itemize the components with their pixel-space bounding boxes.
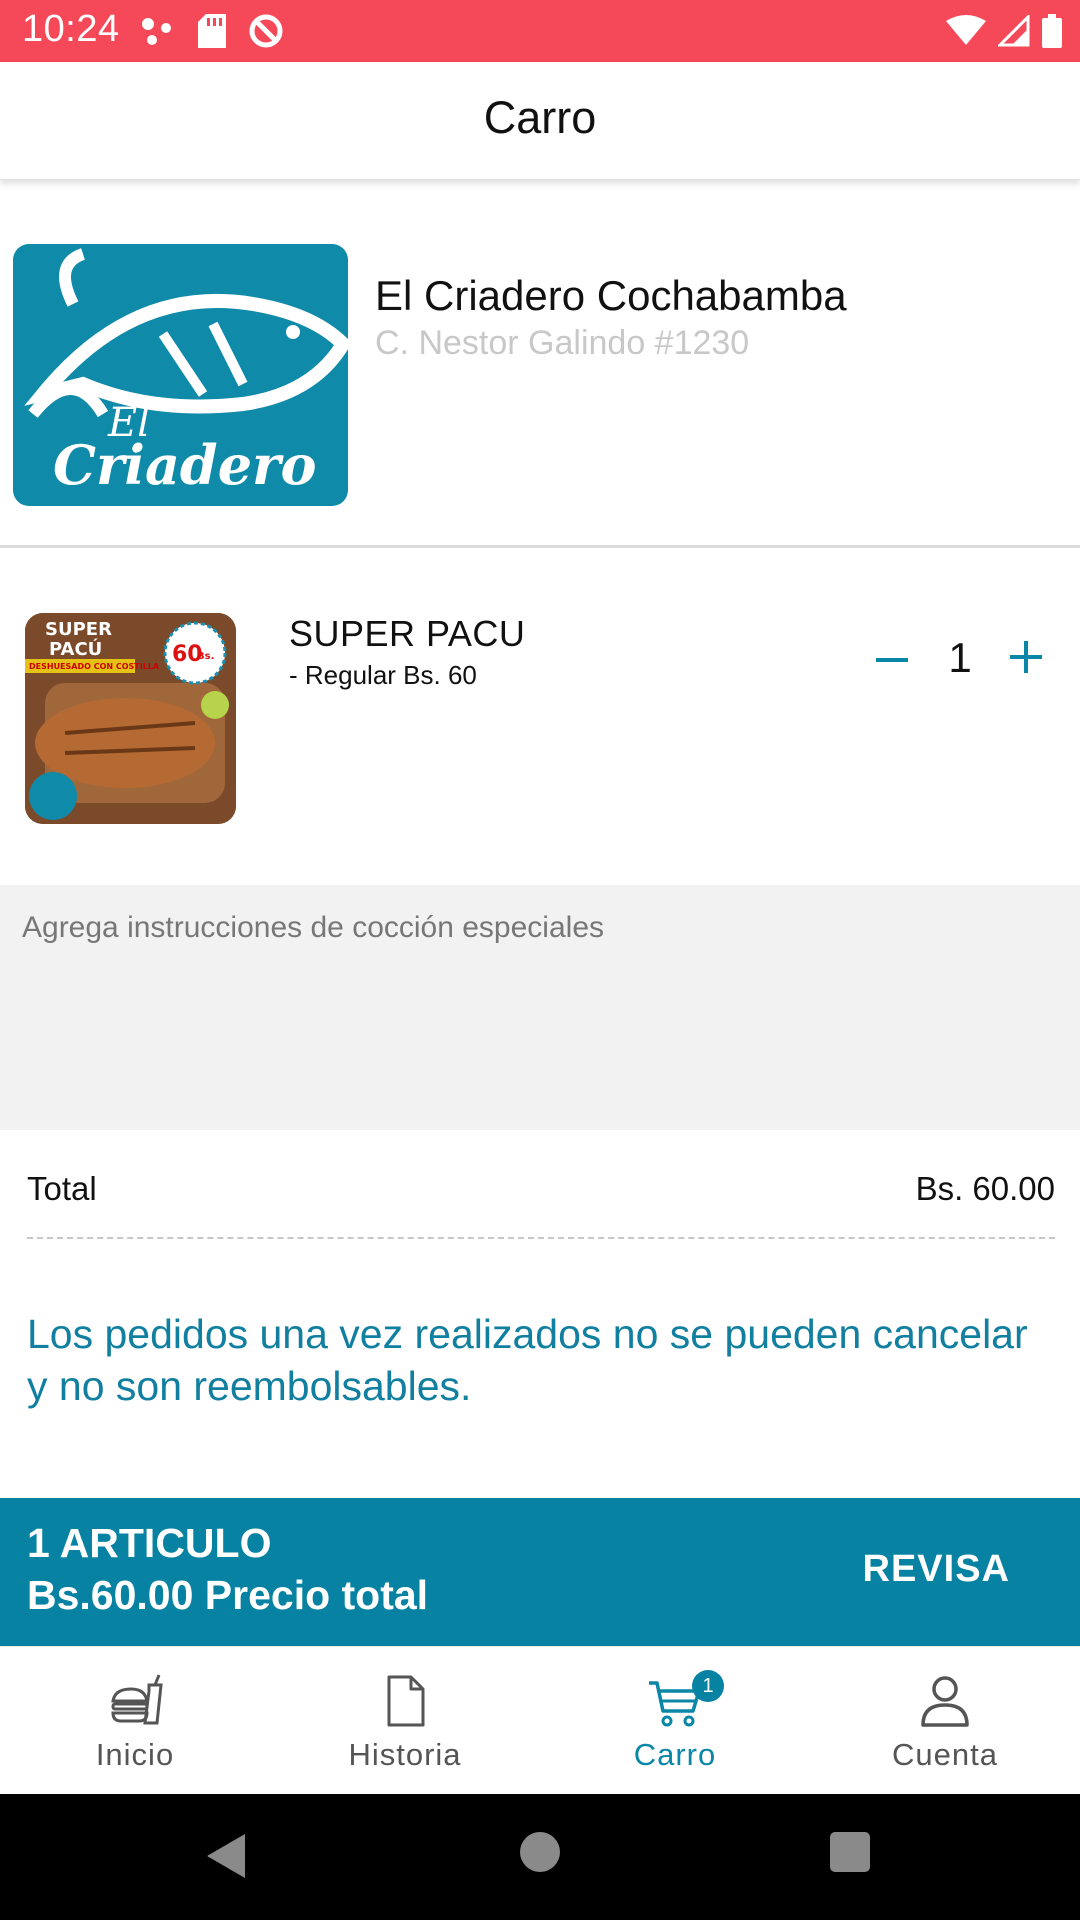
page-title: Carro [483,92,597,143]
restaurant-logo: El Criadero [13,244,348,506]
battery-icon [1042,14,1062,48]
back-icon[interactable] [205,1832,247,1880]
user-icon [921,1676,969,1727]
food-icon [111,1674,163,1725]
cart-count-badge: 1 [692,1670,724,1702]
svg-text:PACÚ: PACÚ [49,638,102,660]
item-variant: - Regular Bs. 60 [289,660,477,690]
dots-icon [142,18,171,45]
nav-item-inicio[interactable]: Inicio [0,1647,270,1794]
decrease-quantity-button[interactable] [868,640,918,680]
total-label: Total [27,1170,97,1207]
item-thumbnail: DESHUESADO CON COSTILLA SUPER PACÚ 60 Bs… [25,613,236,824]
status-time: 10:24 [22,8,120,50]
nav-label-cuenta: Cuenta [892,1737,998,1772]
total-value: Bs. 60.00 [915,1170,1055,1207]
item-name: SUPER PACU [289,613,526,654]
sd-card-icon [198,14,226,48]
nav-label-inicio: Inicio [95,1737,175,1772]
nav-label-carro: Carro [633,1737,717,1772]
increase-quantity-button[interactable] [1001,632,1051,682]
fish-logo-icon: El Criadero [24,248,348,497]
cooking-instructions-field[interactable] [0,885,1080,1130]
nav-item-carro[interactable]: Carro [540,1647,810,1794]
document-icon [387,1675,425,1727]
no-sync-icon [249,14,283,48]
instructions-area [0,885,1080,1130]
restaurant-address: C. Nestor Galindo #1230 [375,324,750,362]
refund-notice: Los pedidos una vez realizados no se pue… [27,1311,1028,1409]
svg-text:DESHUESADO CON COSTILLA: DESHUESADO CON COSTILLA [29,662,160,671]
cell-signal-icon [998,15,1030,47]
cart-item: DESHUESADO CON COSTILLA SUPER PACÚ 60 Bs… [0,550,1080,885]
nav-item-cuenta[interactable]: Cuenta [810,1647,1080,1794]
recent-apps-button[interactable] [830,1832,870,1872]
quantity-value: 1 [948,634,972,681]
home-button[interactable] [520,1832,560,1872]
restaurant-name: El Criadero Cochabamba [375,272,847,319]
svg-text:SUPER: SUPER [45,619,112,640]
checkout-item-count: 1 ARTICULO [27,1520,272,1566]
svg-text:Criadero: Criadero [53,433,317,497]
nav-item-historia[interactable]: Historia [270,1647,540,1794]
wifi-icon [946,15,986,45]
app-bar: Carro [0,62,1080,180]
svg-text:Bs.: Bs. [197,651,214,662]
bottom-nav: Inicio Historia Carro Cuenta [0,1646,1080,1794]
status-bar: 10:24 [0,0,1080,62]
checkout-bar[interactable]: 1 ARTICULO Bs.60.00 Precio total REVISA [0,1498,1080,1646]
restaurant-header: El Criadero El Criadero Cochabamba C. Ne… [0,180,1080,548]
total-divider [27,1237,1055,1239]
checkout-total-price: Bs.60.00 Precio total [27,1572,429,1618]
nav-label-historia: Historia [348,1737,462,1772]
review-button[interactable]: REVISA [863,1548,1010,1591]
system-nav-bar [0,1794,1080,1920]
